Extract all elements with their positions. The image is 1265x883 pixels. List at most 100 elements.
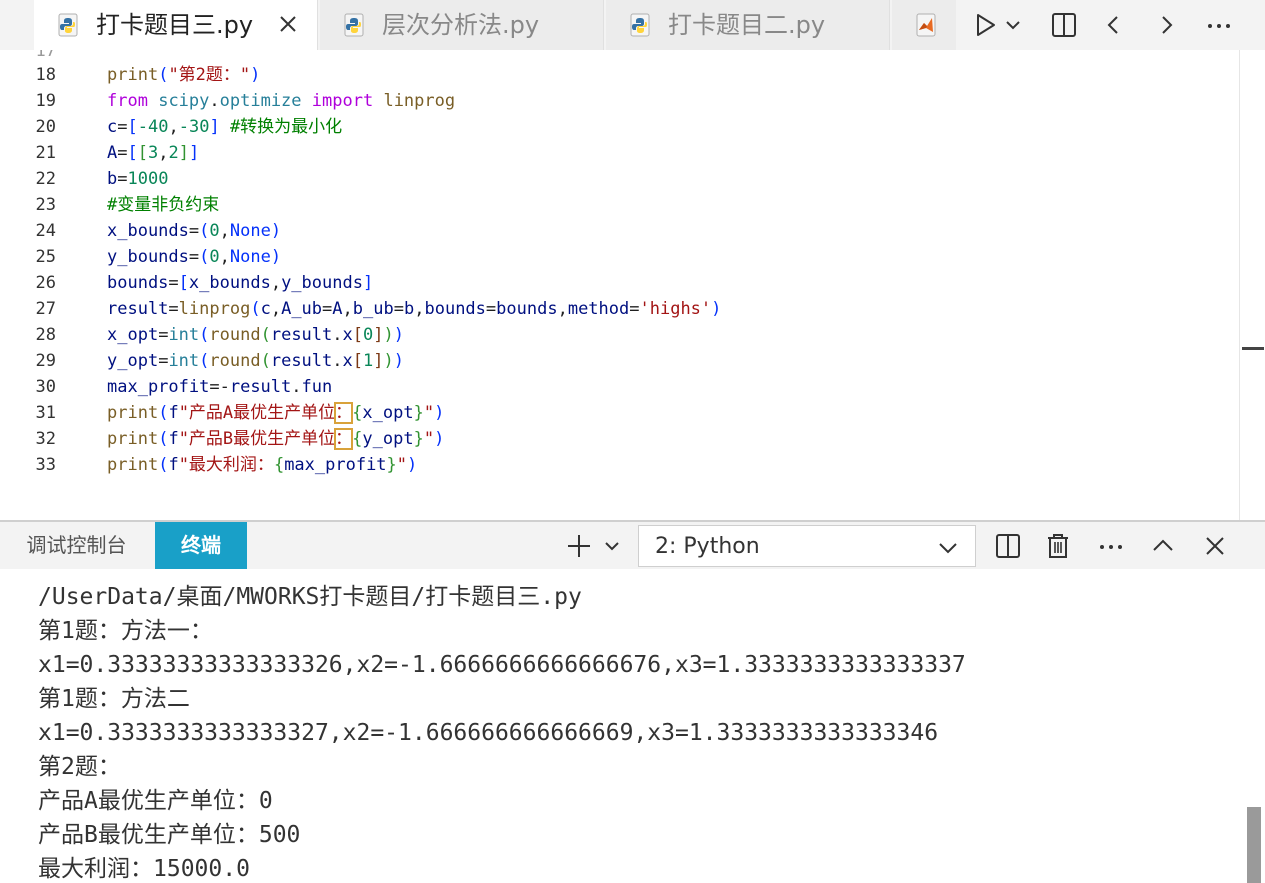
split-editor-icon[interactable]: [1049, 10, 1079, 40]
code-line: y_bounds=(0,None): [107, 247, 282, 267]
code-token: 0: [363, 325, 374, 345]
code-token: f: [168, 455, 179, 475]
code-token: f: [168, 429, 179, 449]
code-token: result: [270, 351, 333, 371]
code-token: "产品B最优生产单位: [178, 429, 336, 449]
code-token: linprog: [383, 91, 456, 111]
code-line: x_bounds=(0,None): [107, 221, 282, 241]
code-token: print: [107, 455, 159, 475]
code-token: round: [209, 325, 261, 345]
code-token: 0: [209, 221, 220, 241]
code-editor[interactable]: 17 18 19 20 21 22 23 24 25 26 27 28 29 3…: [0, 50, 1265, 520]
run-icon[interactable]: [970, 10, 1000, 40]
code-token: max_profit: [107, 377, 210, 397]
code-token: method: [567, 299, 630, 319]
plus-icon[interactable]: [564, 531, 594, 561]
code-line: from scipy.optimize import linprog: [107, 91, 456, 111]
chevron-down-icon[interactable]: [1002, 10, 1024, 40]
close-icon[interactable]: [275, 11, 301, 37]
code-token: y_bounds: [281, 273, 363, 293]
code-token: 3: [148, 143, 159, 163]
terminal-line: 最大利润：15000.0: [38, 856, 250, 882]
tab-debug-console[interactable]: 调试控制台: [0, 522, 153, 569]
close-icon[interactable]: [1200, 531, 1230, 561]
editor-scrollbar[interactable]: [1239, 50, 1265, 520]
code-token: A_ub: [281, 299, 323, 319]
code-line: print(f"产品A最优生产单位：{x_opt}"): [107, 402, 445, 424]
line-number: 32: [35, 429, 56, 449]
code-line: print(f"产品B最优生产单位：{y_opt}"): [107, 428, 445, 450]
code-token: x: [342, 351, 353, 371]
tab-label: 打卡题目二.py: [668, 11, 826, 39]
code-token: bounds: [107, 273, 169, 293]
code-line: c=[-40,-30] #转换为最小化: [107, 117, 343, 137]
code-token: -30: [178, 117, 210, 137]
code-token: ": [396, 455, 408, 475]
code-token: ：: [334, 402, 354, 424]
scrollbar-thumb[interactable]: [1247, 807, 1261, 883]
trash-icon[interactable]: [1043, 531, 1073, 561]
code-token: c: [260, 299, 271, 319]
chevron-down-icon[interactable]: [600, 531, 624, 561]
tab-file[interactable]: 层次分析法.py: [320, 0, 604, 50]
panel-header: 调试控制台 终端 2: Python: [0, 522, 1265, 569]
terminal-select-value: 2: Python: [655, 534, 760, 559]
terminal-select[interactable]: 2: Python: [638, 525, 976, 567]
arrow-right-icon[interactable]: [1151, 10, 1181, 40]
line-number: 21: [35, 143, 56, 163]
code-token: b: [403, 299, 415, 319]
terminal-scrollbar[interactable]: [1243, 569, 1265, 883]
code-token: import: [311, 91, 374, 111]
code-token: b: [107, 169, 118, 189]
more-icon[interactable]: [1204, 10, 1234, 40]
code-token: "产品A最优生产单位: [178, 403, 336, 423]
code-line: max_profit=-result.fun: [107, 377, 333, 397]
terminal-line: 产品A最优生产单位：0: [38, 788, 273, 814]
terminal-line: 产品B最优生产单位：500: [38, 822, 301, 848]
code-token: ": [423, 429, 435, 449]
split-terminal-icon[interactable]: [993, 531, 1023, 561]
line-number: 24: [35, 221, 56, 241]
line-number: 18: [35, 65, 56, 85]
code-token: linprog: [178, 299, 251, 319]
code-line: print("第2题："): [107, 65, 261, 85]
line-number: 33: [35, 455, 56, 475]
code-token: print: [107, 403, 159, 423]
code-token: int: [168, 325, 200, 345]
code-token: A: [107, 143, 118, 163]
arrow-left-icon[interactable]: [1099, 10, 1129, 40]
editor-tab-bar: 打卡题目三.py 层次分析法.py 打卡题目二.py: [0, 0, 1265, 50]
code-token: optimize: [219, 91, 302, 111]
code-token: 1000: [127, 169, 169, 189]
code-token: x: [342, 325, 353, 345]
tab-file[interactable]: 打卡题目二.py: [606, 0, 890, 50]
line-number: 26: [35, 273, 56, 293]
line-number: 23: [35, 195, 56, 215]
code-token: None: [229, 247, 271, 267]
code-token: int: [168, 351, 200, 371]
code-token: A: [332, 299, 343, 319]
python-file-icon: [58, 13, 78, 37]
chevron-down-icon: [939, 543, 957, 554]
chevron-up-icon[interactable]: [1148, 531, 1178, 561]
code-token: from: [107, 91, 148, 111]
terminal-line: 第1题：方法一：: [38, 618, 213, 644]
code-token: b_ub: [352, 299, 394, 319]
tab-file-partial[interactable]: [892, 0, 956, 50]
tab-terminal[interactable]: 终端: [155, 522, 247, 569]
code-token: #变量非负约束: [107, 195, 220, 215]
code-token: x_bounds: [188, 273, 271, 293]
code-token: #转换为最小化: [229, 117, 343, 137]
more-icon[interactable]: [1096, 531, 1126, 561]
tab-active-file[interactable]: 打卡题目三.py: [34, 0, 318, 50]
code-line: bounds=[x_bounds,y_bounds]: [107, 273, 374, 293]
code-token: scipy: [158, 91, 210, 111]
terminal-output[interactable]: /UserData/桌面/MWORKS打卡题目/打卡题目三.py 第1题：方法一…: [0, 569, 1265, 883]
matlab-file-icon: [916, 13, 936, 37]
code-line: #变量非负约束: [107, 192, 219, 218]
line-number: 22: [35, 169, 56, 189]
line-number: 31: [35, 403, 56, 423]
code-token: print: [107, 65, 159, 85]
code-token: f: [168, 403, 179, 423]
line-number: 28: [35, 325, 56, 345]
